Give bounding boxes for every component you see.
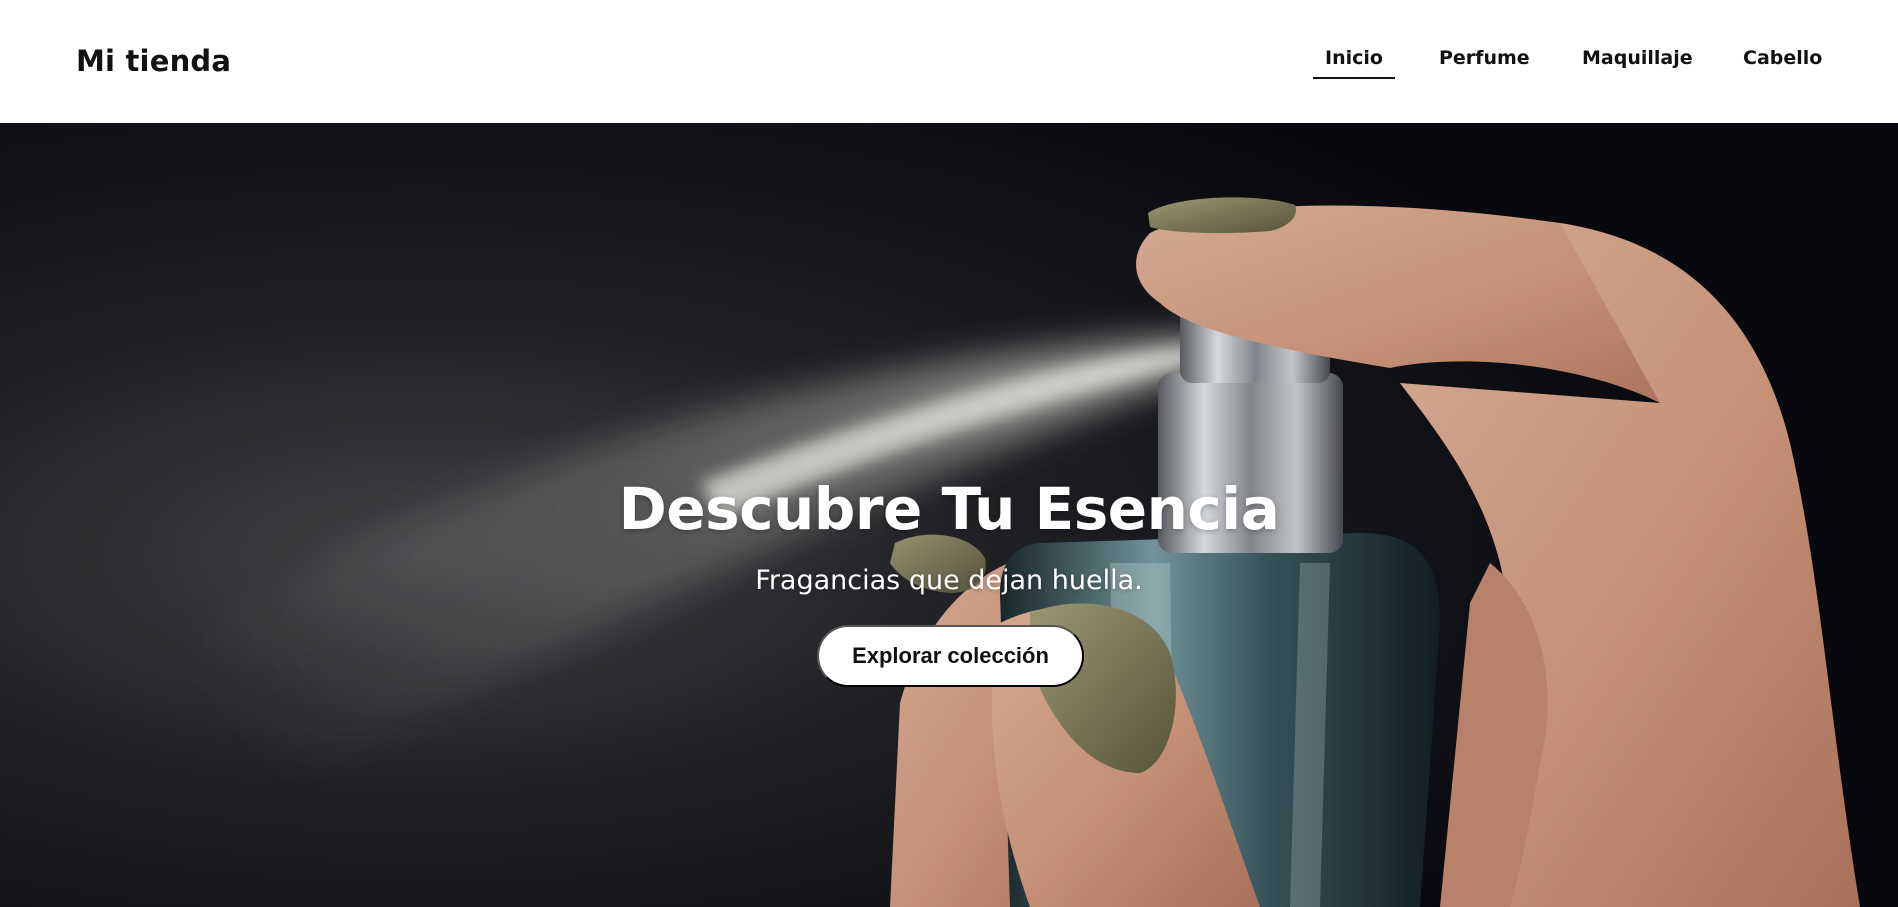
site-header: Mi tienda Inicio Perfume Maquillaje Cabe…	[0, 0, 1898, 123]
nav-item-cabello[interactable]: Cabello	[1743, 47, 1822, 77]
nav-item-perfume[interactable]: Perfume	[1439, 47, 1530, 77]
hero-subtitle: Fragancias que dejan huella.	[755, 565, 1143, 596]
nav-item-maquillaje[interactable]: Maquillaje	[1582, 47, 1693, 77]
hero-title: Descubre Tu Esencia	[618, 475, 1280, 543]
main-nav: Inicio Perfume Maquillaje Cabello	[0, 47, 1898, 87]
hero-banner: Descubre Tu Esencia Fragancias que dejan…	[0, 123, 1898, 907]
nav-item-inicio[interactable]: Inicio	[1313, 47, 1395, 79]
explore-collection-button[interactable]: Explorar colección	[817, 625, 1084, 687]
